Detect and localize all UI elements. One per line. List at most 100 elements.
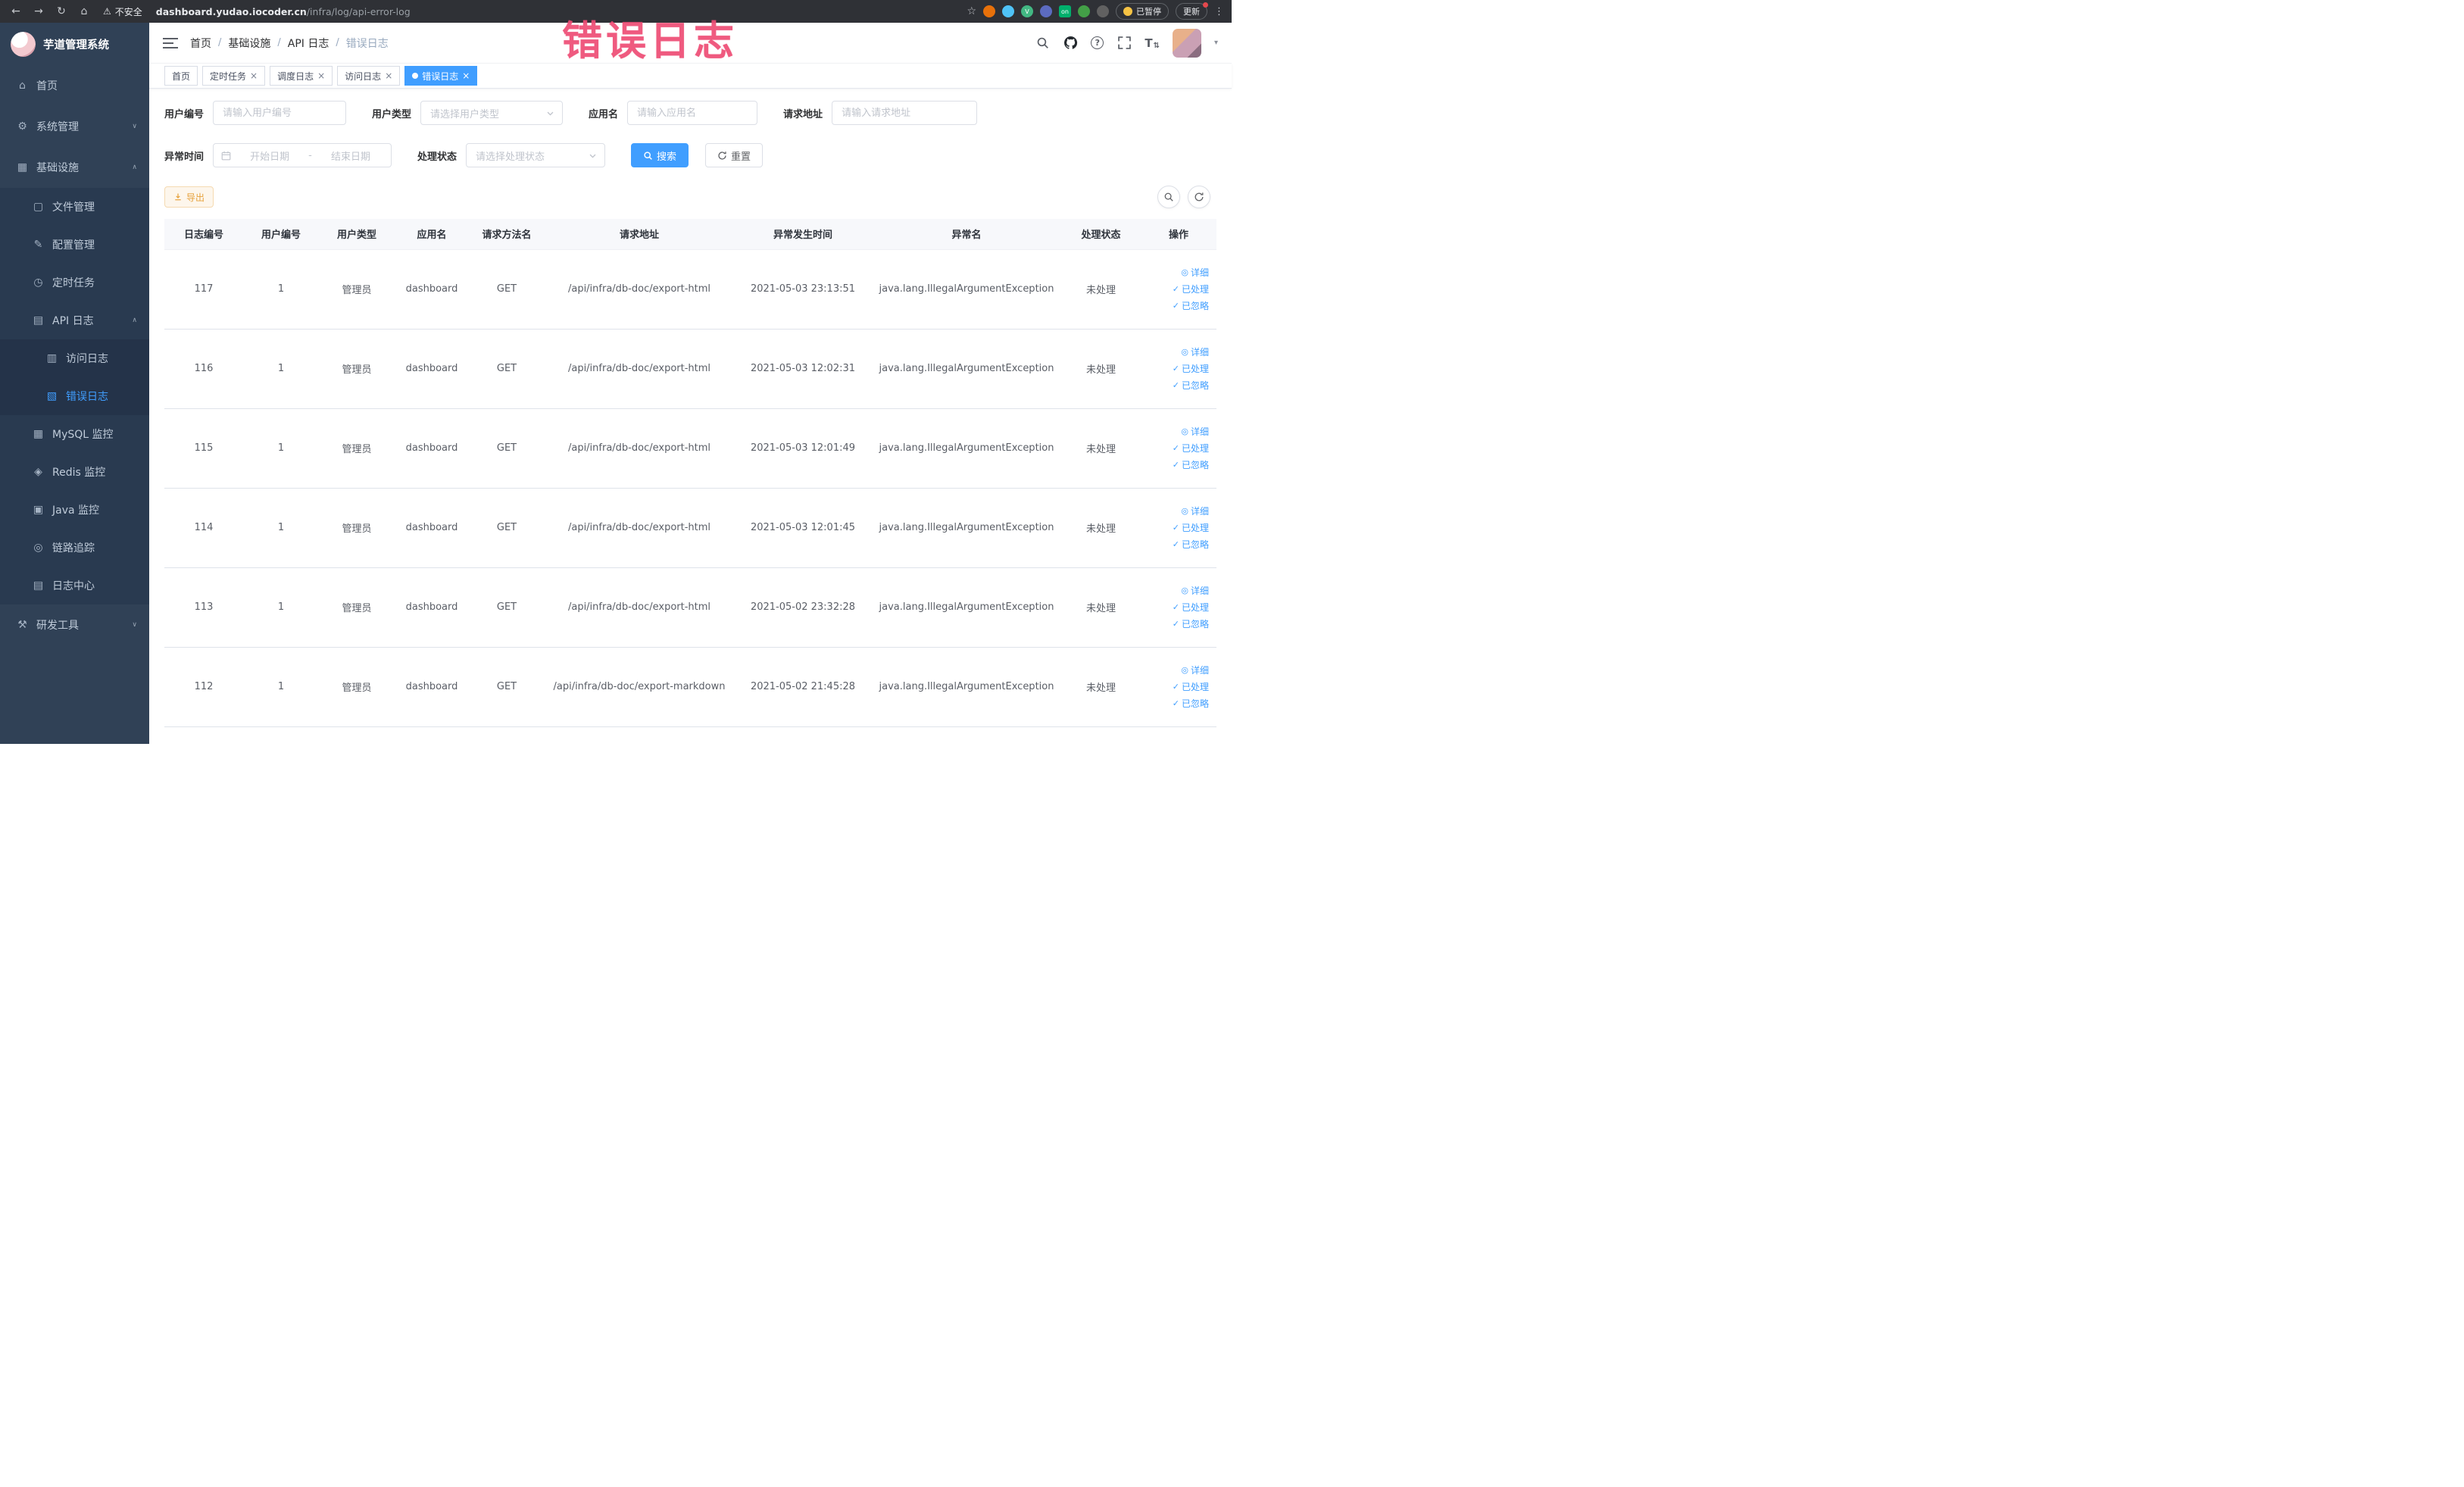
chevron-down-icon [547, 111, 554, 116]
detail-link[interactable]: ◎ 详细 [1181, 425, 1209, 438]
sidebar-item-error-logs[interactable]: ▧ 错误日志 [0, 377, 149, 415]
paused-badge[interactable]: 已暂停 [1116, 3, 1169, 20]
reset-button[interactable]: 重置 [705, 143, 764, 167]
cell-method: GET [469, 408, 545, 489]
col-app-name: 应用名 [395, 219, 469, 249]
sidebar-item-home[interactable]: ⌂ 首页 [0, 65, 149, 106]
detail-link[interactable]: ◎ 详细 [1181, 345, 1209, 358]
breadcrumb-current: 错误日志 [345, 37, 389, 50]
app-title: 芋道管理系统 [43, 39, 109, 52]
security-chip[interactable]: ⚠ 不安全 [103, 5, 142, 18]
sidebar-item-redis-monitor[interactable]: ◈ Redis 监控 [0, 453, 149, 491]
database-icon: ▦ [33, 428, 44, 440]
app-name-input[interactable] [627, 101, 758, 125]
close-icon[interactable]: × [385, 70, 392, 81]
col-exception-name: 异常名 [872, 219, 1061, 249]
mark-ignored-link[interactable]: ✓ 已忽略 [1173, 299, 1209, 312]
sidebar-item-dev-tools[interactable]: ⚒ 研发工具 ∨ [0, 604, 149, 645]
extension-icon[interactable] [983, 5, 995, 17]
bookmark-star-icon[interactable]: ☆ [967, 5, 976, 17]
mark-processed-link[interactable]: ✓ 已处理 [1173, 442, 1209, 455]
forward-icon[interactable]: → [30, 3, 47, 20]
extension-on-icon[interactable]: on [1059, 5, 1071, 17]
mark-processed-link[interactable]: ✓ 已处理 [1173, 680, 1209, 693]
breadcrumb-item[interactable]: 基础设施 [228, 36, 270, 51]
cell-log-id: 114 [164, 488, 243, 568]
table-row: 116 1 管理员 dashboard GET /api/infra/db-do… [164, 329, 1216, 409]
close-icon[interactable]: × [250, 70, 258, 81]
exception-time-range-picker[interactable]: 开始日期 - 结束日期 [213, 143, 392, 167]
user-avatar[interactable] [1172, 28, 1201, 58]
breadcrumb-item[interactable]: API 日志 [288, 36, 329, 51]
breadcrumb-item[interactable]: 首页 [190, 36, 211, 51]
mark-ignored-link[interactable]: ✓ 已忽略 [1173, 697, 1209, 710]
github-icon[interactable] [1063, 36, 1078, 51]
refresh-icon[interactable]: ↻ [53, 3, 70, 20]
tab-home[interactable]: 首页 [164, 66, 198, 86]
logo-image [11, 31, 36, 57]
hamburger-icon[interactable] [163, 37, 178, 49]
cell-log-id: 117 [164, 248, 243, 330]
sidebar-item-config-management[interactable]: ✎ 配置管理 [0, 226, 149, 264]
sidebar-item-access-logs[interactable]: ▥ 访问日志 [0, 339, 149, 377]
detail-link[interactable]: ◎ 详细 [1181, 584, 1209, 597]
cell-user-id: 1 [243, 647, 319, 727]
sidebar-item-file-management[interactable]: ▢ 文件管理 [0, 188, 149, 226]
user-type-select[interactable]: 请选择用户类型 [420, 101, 564, 125]
avatar-caret-icon[interactable]: ▾ [1214, 39, 1218, 47]
tab-access-logs[interactable]: 访问日志 × [337, 66, 401, 86]
sidebar-item-infrastructure[interactable]: ▦ 基础设施 ∧ [0, 147, 149, 188]
detail-link[interactable]: ◎ 详细 [1181, 505, 1209, 517]
sidebar-item-java-monitor[interactable]: ▣ Java 监控 [0, 491, 149, 529]
check-icon: ✓ [1172, 682, 1179, 692]
tab-error-logs[interactable]: 错误日志 × [404, 66, 478, 86]
toggle-search-button[interactable] [1157, 186, 1180, 208]
mark-processed-link[interactable]: ✓ 已处理 [1173, 362, 1209, 375]
request-url-input[interactable] [832, 101, 978, 125]
cell-time: 2021-05-02 23:32:28 [734, 567, 872, 648]
mark-processed-link[interactable]: ✓ 已处理 [1173, 283, 1209, 295]
mark-ignored-link[interactable]: ✓ 已忽略 [1173, 458, 1209, 471]
extension-icon[interactable] [1040, 5, 1052, 17]
help-icon[interactable]: ? [1091, 36, 1104, 49]
detail-link[interactable]: ◎ 详细 [1181, 664, 1209, 676]
sidebar-item-link-tracing[interactable]: ◎ 链路追踪 [0, 529, 149, 567]
search-icon[interactable] [1035, 36, 1050, 51]
eye-icon: ◎ [1181, 586, 1188, 595]
sidebar-item-log-center[interactable]: ▤ 日志中心 [0, 567, 149, 604]
extension-icon[interactable] [1097, 5, 1109, 17]
cell-user-type: 管理员 [319, 647, 395, 727]
back-icon[interactable]: ← [8, 3, 24, 20]
search-button[interactable]: 搜索 [631, 143, 689, 167]
cell-user-type: 管理员 [319, 329, 395, 409]
app-logo[interactable]: 芋道管理系统 [0, 23, 149, 65]
refresh-table-button[interactable] [1188, 186, 1210, 208]
export-button[interactable]: 导出 [164, 186, 214, 208]
sidebar-item-mysql-monitor[interactable]: ▦ MySQL 监控 [0, 415, 149, 453]
sidebar-item-system-management[interactable]: ⚙ 系统管理 ∨ [0, 106, 149, 147]
sidebar-item-scheduled-tasks[interactable]: ◷ 定时任务 [0, 264, 149, 301]
extension-icon[interactable] [1078, 5, 1090, 17]
active-dot [412, 73, 419, 79]
mark-ignored-link[interactable]: ✓ 已忽略 [1173, 538, 1209, 551]
tab-scheduled-tasks[interactable]: 定时任务 × [202, 66, 266, 86]
mark-processed-link[interactable]: ✓ 已处理 [1173, 521, 1209, 534]
detail-link[interactable]: ◎ 详细 [1181, 266, 1209, 279]
close-icon[interactable]: × [462, 70, 470, 81]
font-size-icon[interactable]: T ⇅ [1145, 36, 1160, 50]
fullscreen-icon[interactable] [1116, 36, 1132, 51]
chrome-menu-icon[interactable]: ⋮ [1214, 6, 1224, 17]
sidebar-item-api-logs[interactable]: ▤ API 日志 ∧ [0, 301, 149, 339]
vue-devtools-icon[interactable]: V [1021, 5, 1033, 17]
extension-icon[interactable] [1002, 5, 1014, 17]
home-icon[interactable]: ⌂ [76, 3, 92, 20]
mark-processed-link[interactable]: ✓ 已处理 [1173, 601, 1209, 614]
close-icon[interactable]: × [317, 70, 325, 81]
mark-ignored-link[interactable]: ✓ 已忽略 [1173, 379, 1209, 392]
tab-schedule-logs[interactable]: 调度日志 × [270, 66, 333, 86]
update-button[interactable]: 更新 [1176, 2, 1208, 20]
user-id-input[interactable] [213, 101, 347, 125]
address-bar[interactable]: dashboard.yudao.iocoder.cn/infra/log/api… [156, 6, 961, 17]
process-status-select[interactable]: 请选择处理状态 [466, 143, 606, 167]
mark-ignored-link[interactable]: ✓ 已忽略 [1173, 617, 1209, 630]
